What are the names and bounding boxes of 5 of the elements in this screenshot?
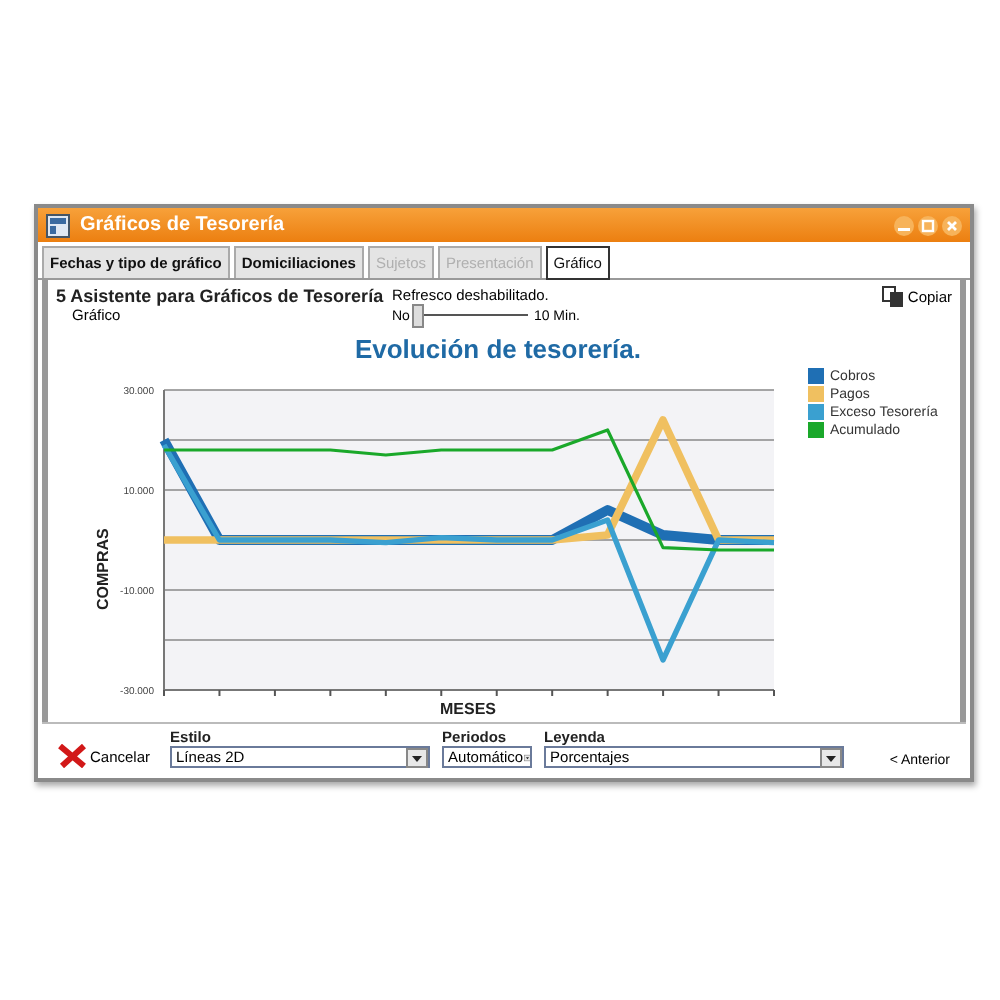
y-axis-label: COMPRAS <box>94 528 112 610</box>
x-axis-label: MESES <box>440 700 496 718</box>
chart-title: Evolución de tesorería. <box>354 334 642 364</box>
wizard-title: 5 Asistente para Gráficos de Tesorería <box>56 286 386 306</box>
window-title: Gráficos de Tesorería <box>80 214 287 236</box>
